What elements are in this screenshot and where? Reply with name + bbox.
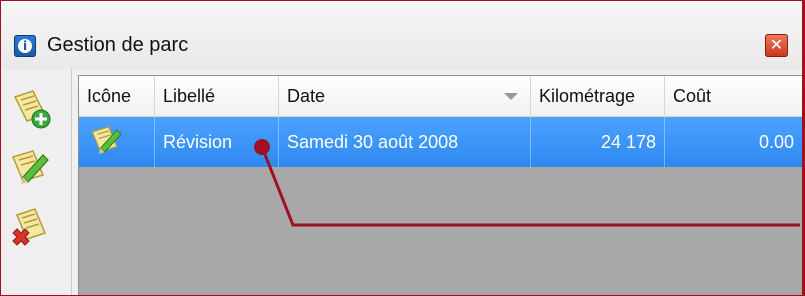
table-row[interactable]: Révision Samedi 30 août 2008 24 178 0.00 bbox=[79, 117, 802, 167]
edit-entry-button[interactable] bbox=[9, 145, 53, 189]
column-header-date-label: Date bbox=[287, 86, 326, 106]
cell-cout: 0.00 bbox=[758, 132, 794, 152]
window-title: Gestion de parc bbox=[47, 34, 189, 56]
column-header-kilometrage[interactable]: Kilométrage bbox=[531, 76, 665, 116]
close-icon: ✕ bbox=[769, 35, 784, 54]
cell-date: Samedi 30 août 2008 bbox=[279, 117, 531, 167]
notepad-delete-icon bbox=[12, 208, 47, 246]
add-entry-button[interactable] bbox=[9, 87, 53, 131]
cell-kilometrage: 24 178 bbox=[531, 117, 665, 167]
grid-header: Icône Libellé Date Kilométrage Coût bbox=[79, 76, 802, 117]
cell-libelle: Révision bbox=[155, 117, 279, 167]
notepad-add-icon bbox=[13, 90, 51, 129]
toolbar bbox=[1, 69, 72, 295]
app-window: i Gestion de parc ✕ Icône Libellé Date K… bbox=[0, 0, 805, 296]
column-header-date[interactable]: Date bbox=[279, 76, 531, 116]
notepad-edit-icon bbox=[11, 150, 49, 184]
sort-descending-icon bbox=[504, 93, 518, 100]
title-bar: i Gestion de parc ✕ bbox=[1, 1, 801, 69]
delete-entry-button[interactable] bbox=[9, 205, 53, 249]
column-header-cout[interactable]: Coût bbox=[665, 76, 802, 116]
data-grid: Icône Libellé Date Kilométrage Coût Révi… bbox=[78, 75, 802, 295]
column-header-libelle[interactable]: Libellé bbox=[155, 76, 279, 116]
row-icon-cell bbox=[79, 117, 155, 167]
close-button[interactable]: ✕ bbox=[765, 34, 788, 57]
info-icon: i bbox=[14, 35, 36, 57]
column-header-icone[interactable]: Icône bbox=[79, 76, 155, 116]
notepad-edit-icon bbox=[91, 126, 122, 154]
